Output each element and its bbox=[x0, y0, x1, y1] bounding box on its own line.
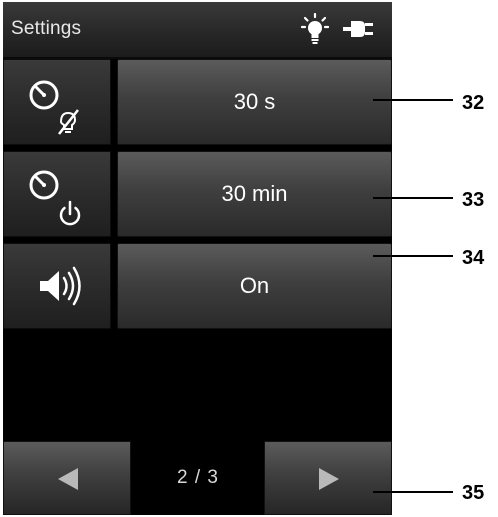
speaker-sound-icon bbox=[3, 243, 111, 329]
arrow-left-icon bbox=[58, 468, 78, 490]
auto-off-timer-button[interactable]: 30 min bbox=[117, 151, 392, 237]
callout-line-35 bbox=[373, 491, 453, 493]
arrow-right-icon bbox=[319, 468, 339, 490]
sound-toggle-button[interactable]: On bbox=[117, 243, 392, 329]
next-page-button[interactable] bbox=[264, 441, 392, 515]
light-bulb-icon bbox=[300, 12, 330, 50]
backlight-timer-icon bbox=[3, 59, 111, 145]
callout-line-34 bbox=[373, 255, 453, 257]
power-plug-icon bbox=[343, 18, 373, 45]
backlight-timer-button[interactable]: 30 s bbox=[117, 59, 392, 145]
previous-page-button[interactable] bbox=[3, 441, 131, 515]
callout-number: 32 bbox=[462, 92, 485, 114]
device-screen: Settings 30 s 30 min On 2 / 3 bbox=[3, 2, 392, 515]
auto-off-timer-icon bbox=[3, 151, 111, 237]
page-title: Settings bbox=[11, 18, 82, 39]
callout-number: 33 bbox=[462, 189, 485, 211]
callout-number: 34 bbox=[462, 247, 485, 269]
callout-line-32 bbox=[373, 99, 453, 101]
callout-line-33 bbox=[373, 197, 453, 199]
page-indicator: 2 / 3 bbox=[177, 467, 219, 488]
status-bar: Settings bbox=[3, 2, 392, 59]
callout-number: 35 bbox=[462, 482, 485, 504]
page-navigation: 2 / 3 bbox=[3, 441, 392, 515]
